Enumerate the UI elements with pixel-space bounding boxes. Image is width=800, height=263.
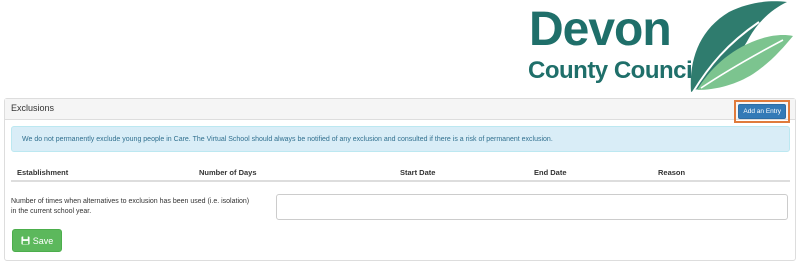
panel-heading: Exclusions Add an Entry [5, 99, 795, 123]
floppy-disk-icon [21, 236, 30, 245]
leaf-icon [690, 1, 793, 93]
exclusions-panel: Exclusions Add an Entry We do not perman… [4, 98, 796, 261]
add-entry-highlight: Add an Entry [734, 100, 790, 123]
column-reason: Reason [658, 168, 686, 177]
alternatives-count-input[interactable] [276, 194, 788, 220]
alternatives-label: Number of times when alternatives to exc… [11, 197, 271, 217]
save-button-label: Save [32, 235, 54, 246]
panel-title: Exclusions [11, 103, 55, 113]
add-entry-button[interactable]: Add an Entry [738, 104, 786, 119]
logo-wordmark: Devon [529, 3, 672, 56]
exclusions-table-header: Establishment Number of Days Start Date … [11, 166, 790, 182]
alternatives-label-line1: Number of times when alternatives to exc… [11, 198, 250, 205]
alternatives-label-line2: in the current school year. [11, 208, 92, 215]
column-end-date: End Date [534, 168, 567, 177]
logo-subtitle: County Council [528, 57, 699, 84]
column-establishment: Establishment [17, 168, 69, 177]
devon-county-council-logo: Devon County Council [524, 0, 800, 96]
column-start-date: Start Date [400, 168, 436, 177]
column-number-of-days: Number of Days [199, 168, 257, 177]
info-alert: We do not permanently exclude young peop… [11, 126, 790, 152]
save-button[interactable]: Save [12, 229, 62, 252]
